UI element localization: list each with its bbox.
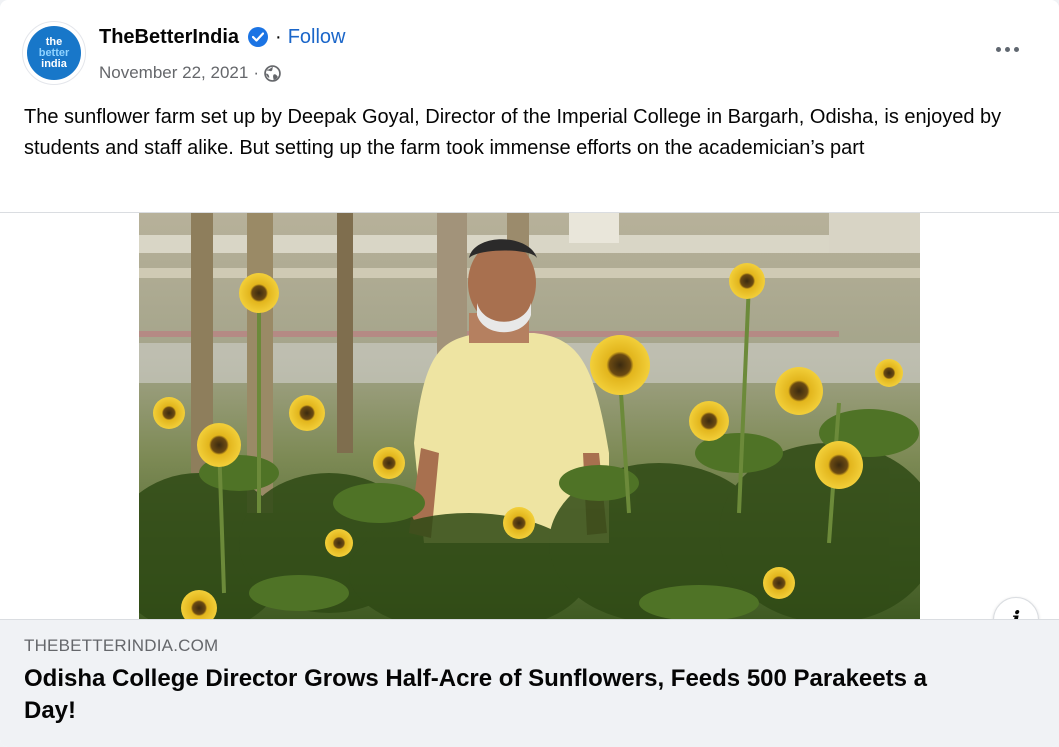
logo-text-better: better (38, 46, 70, 59)
post-caption: The sunflower farm set up by Deepak Goya… (24, 106, 1002, 159)
page-name-link[interactable]: TheBetterIndia (99, 26, 239, 49)
separator-dot: · (275, 25, 282, 48)
logo: the better india (27, 26, 81, 80)
post-header: TheBetterIndia · Follow (99, 24, 346, 50)
sunflower-photo[interactable] (139, 213, 920, 620)
logo-text-the: the (45, 35, 63, 48)
link-media[interactable] (0, 212, 1059, 620)
logo-text-india: india (41, 57, 67, 70)
globe-icon[interactable] (264, 64, 281, 82)
follow-button[interactable]: Follow (288, 26, 346, 49)
more-options-icon[interactable] (990, 36, 1024, 62)
verified-badge-icon (248, 27, 269, 47)
link-domain: THEBETTERINDIA.COM (24, 636, 219, 655)
post-meta: November 22, 2021 · (99, 61, 281, 85)
facebook-post: the better india TheBetterIndia · Follow… (0, 0, 1059, 747)
post-date[interactable]: November 22, 2021 (99, 63, 248, 83)
separator-dot: · (253, 63, 259, 82)
link-preview[interactable]: THEBETTERINDIA.COM Odisha College Direct… (0, 619, 1059, 747)
page-avatar[interactable]: the better india (22, 21, 86, 85)
link-title[interactable]: Odisha College Director Grows Half-Acre … (24, 663, 984, 727)
photo-illustration (139, 213, 920, 620)
